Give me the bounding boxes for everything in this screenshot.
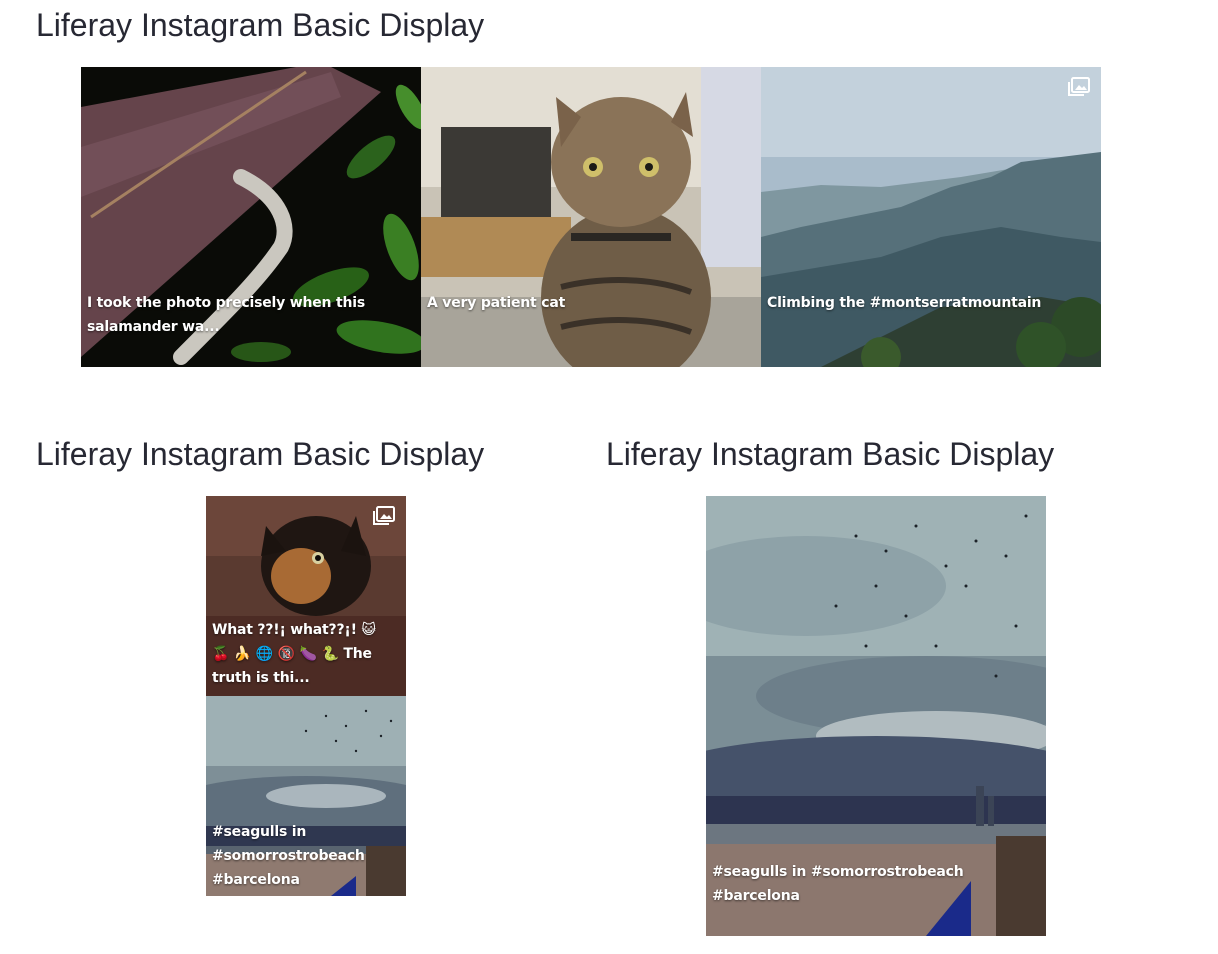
cat-photo (421, 67, 761, 367)
widget-title: Liferay Instagram Basic Display (606, 436, 1055, 472)
gallery-icon (1068, 77, 1090, 96)
widget-title: Liferay Instagram Basic Display (36, 436, 485, 472)
instagram-grid: What ??!¡ what??¡! 😺 🍒 🍌 🌐 🔞 🍆 🐍 The tru… (206, 496, 406, 896)
instagram-post-seagulls[interactable]: #seagulls in #somorrostrobeach #barcelon… (206, 696, 406, 896)
instagram-post-salamander[interactable]: I took the photo precisely when this sal… (81, 67, 421, 367)
post-caption: #seagulls in #somorrostrobeach #barcelon… (212, 824, 365, 888)
instagram-post-montserrat[interactable]: Climbing the #montserratmountain (761, 67, 1101, 367)
montserrat-photo (761, 67, 1101, 367)
instagram-grid: #seagulls in #somorrostrobeach #barcelon… (706, 496, 1046, 936)
gallery-icon (373, 506, 395, 525)
instagram-post-seagulls-large[interactable]: #seagulls in #somorrostrobeach #barcelon… (706, 496, 1046, 936)
post-caption: #seagulls in #somorrostrobeach #barcelon… (712, 864, 964, 904)
page: Liferay Instagram Basic Display I took t… (0, 0, 1218, 954)
instagram-post-cat[interactable]: A very patient cat (421, 67, 761, 367)
post-caption: A very patient cat (427, 295, 566, 311)
instagram-grid: I took the photo precisely when this sal… (81, 67, 1101, 367)
widget-title: Liferay Instagram Basic Display (36, 7, 485, 43)
instagram-post-calico-cat[interactable]: What ??!¡ what??¡! 😺 🍒 🍌 🌐 🔞 🍆 🐍 The tru… (206, 496, 406, 696)
post-caption: What ??!¡ what??¡! 😺 🍒 🍌 🌐 🔞 🍆 🐍 The tru… (212, 622, 376, 686)
post-caption: I took the photo precisely when this sal… (87, 295, 365, 335)
post-caption: Climbing the #montserratmountain (767, 295, 1042, 311)
